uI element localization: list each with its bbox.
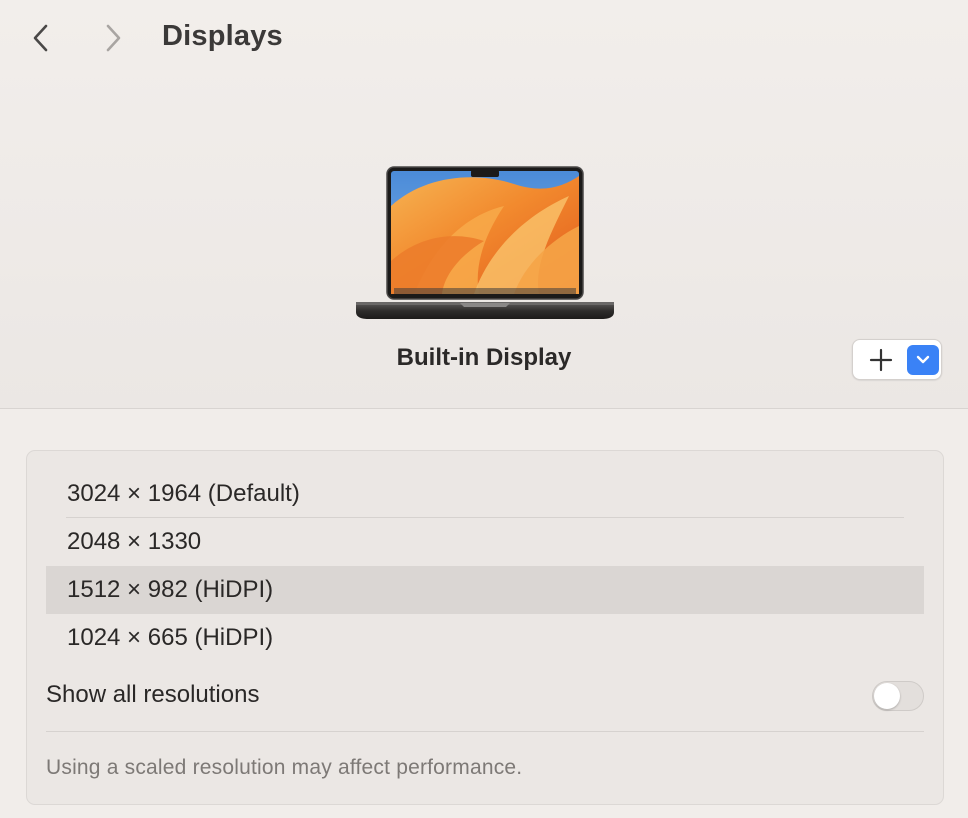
show-all-resolutions-label: Show all resolutions xyxy=(46,681,260,708)
plus-icon xyxy=(869,348,893,372)
laptop-image xyxy=(356,166,614,319)
chevron-left-icon xyxy=(33,24,48,52)
performance-footnote: Using a scaled resolution may affect per… xyxy=(46,756,523,779)
display-name: Built-in Display xyxy=(396,344,572,371)
resolution-option-1512x982[interactable]: 1512 × 982 (HiDPI) xyxy=(46,566,924,614)
show-all-resolutions-toggle[interactable] xyxy=(872,681,924,711)
add-display-dropdown-button[interactable] xyxy=(907,345,939,375)
page-title: Displays xyxy=(162,20,283,52)
divider xyxy=(46,731,924,732)
display-preview-area: Displays Built-in Display xyxy=(0,0,968,409)
chevron-right-icon xyxy=(106,24,121,52)
forward-button[interactable] xyxy=(96,18,130,58)
resolution-option-2048x1330[interactable]: 2048 × 1330 xyxy=(46,518,924,566)
resolution-option-1024x665[interactable]: 1024 × 665 (HiDPI) xyxy=(46,614,924,662)
toggle-knob xyxy=(874,683,900,709)
resolution-option-3024x1964[interactable]: 3024 × 1964 (Default) xyxy=(46,470,924,518)
add-display-control xyxy=(852,339,942,380)
display-thumbnail[interactable] xyxy=(354,166,616,322)
chevron-down-icon xyxy=(916,355,930,364)
add-display-button[interactable] xyxy=(867,346,895,374)
back-button[interactable] xyxy=(24,18,58,58)
resolution-panel: 3024 × 1964 (Default) 2048 × 1330 1512 ×… xyxy=(26,450,944,805)
resolution-list: 3024 × 1964 (Default) 2048 × 1330 1512 ×… xyxy=(46,470,924,662)
